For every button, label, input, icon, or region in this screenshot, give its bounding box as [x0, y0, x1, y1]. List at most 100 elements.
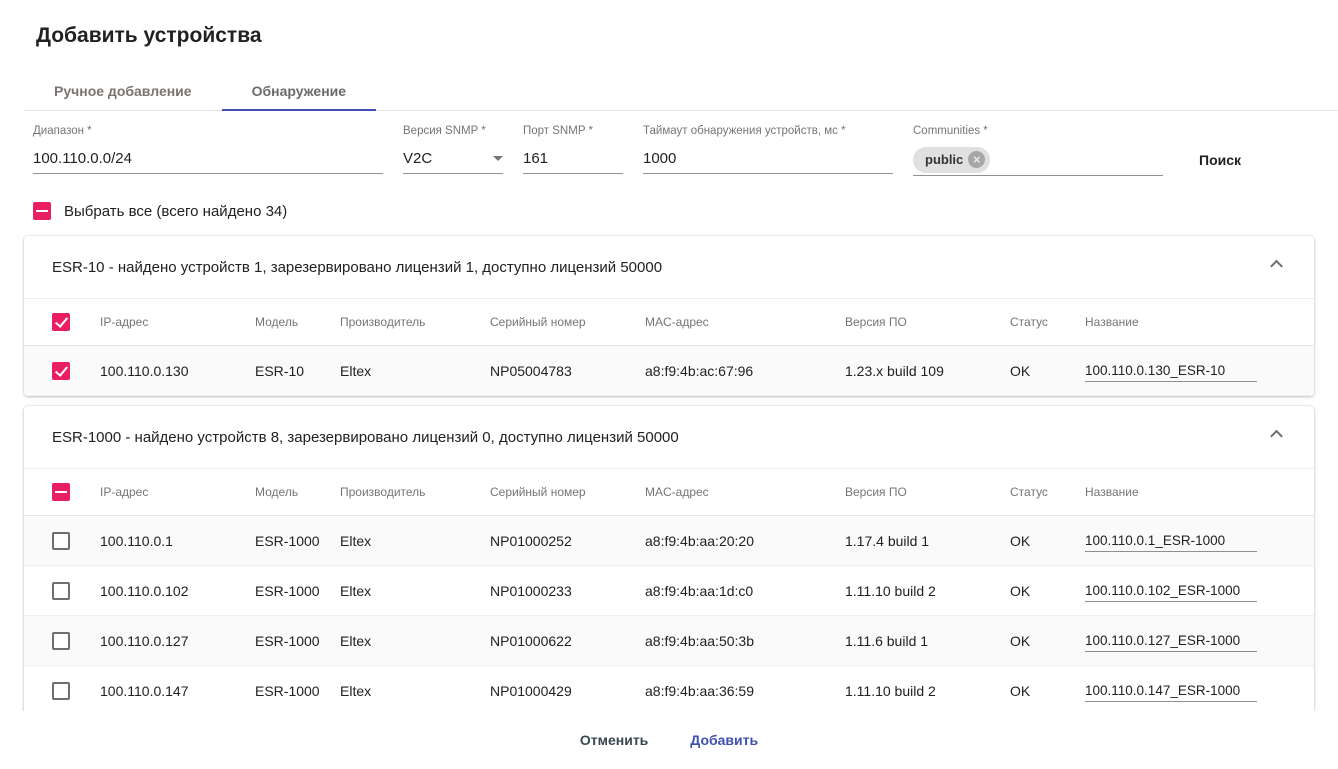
device-group-card: ESR-10 - найдено устройств 1, зарезервир… [24, 236, 1314, 396]
cell-mac: a8:f9:4b:aa:36:59 [645, 683, 845, 699]
collapse-button[interactable] [1264, 255, 1288, 279]
cell-fw: 1.23.x build 109 [845, 363, 1010, 379]
table-row: 100.110.0.147ESR-1000EltexNP01000429a8:f… [24, 666, 1314, 716]
row-select-checkbox[interactable] [52, 682, 70, 700]
device-name-input[interactable] [1085, 680, 1257, 702]
row-select-checkbox[interactable] [52, 632, 70, 650]
cell-mac: a8:f9:4b:aa:1d:c0 [645, 583, 845, 599]
collapse-button[interactable] [1264, 425, 1288, 449]
tab-bar: Ручное добавление Обнаружение [24, 72, 1338, 111]
column-header: IP-адрес [100, 485, 255, 499]
cell-vendor: Eltex [340, 533, 490, 549]
snmp-port-field: Порт SNMP * [523, 125, 623, 174]
checkbox-cell [52, 532, 100, 550]
cell-model: ESR-1000 [255, 633, 340, 649]
cell-mac: a8:f9:4b:ac:67:96 [645, 363, 845, 379]
range-input[interactable] [33, 150, 383, 167]
page-title: Добавить устройства [0, 0, 1338, 48]
timeout-field: Таймаут обнаружения устройств, мс * [643, 125, 893, 174]
select-all-checkbox[interactable] [33, 202, 51, 220]
timeout-label: Таймаут обнаружения устройств, мс * [643, 125, 893, 137]
range-field: Диапазон * [33, 125, 383, 174]
select-all-label: Выбрать все (всего найдено 34) [64, 203, 287, 220]
row-select-checkbox[interactable] [52, 362, 70, 380]
device-name-input[interactable] [1085, 580, 1257, 602]
cell-name [1085, 580, 1286, 602]
chip-remove-icon[interactable]: × [968, 151, 985, 168]
column-header: Производитель [340, 315, 490, 329]
timeout-input[interactable] [643, 150, 893, 167]
cell-name [1085, 360, 1286, 382]
group-header: ESR-10 - найдено устройств 1, зарезервир… [24, 236, 1314, 298]
dropdown-arrow-icon [493, 156, 503, 161]
cell-name [1085, 630, 1286, 652]
checkbox-cell [52, 632, 100, 650]
column-header: Серийный номер [490, 315, 645, 329]
cell-serial: NP01000429 [490, 683, 645, 699]
community-chip-label: public [925, 152, 963, 167]
cell-status: OK [1010, 583, 1085, 599]
cell-fw: 1.17.4 build 1 [845, 533, 1010, 549]
cell-fw: 1.11.6 build 1 [845, 633, 1010, 649]
group-header: ESR-1000 - найдено устройств 8, зарезерв… [24, 406, 1314, 468]
row-select-checkbox[interactable] [52, 582, 70, 600]
column-header: Название [1085, 485, 1286, 499]
cell-model: ESR-10 [255, 363, 340, 379]
group-title: ESR-10 - найдено устройств 1, зарезервир… [52, 259, 662, 276]
device-group-card: ESR-1000 - найдено устройств 8, зарезерв… [24, 406, 1314, 716]
range-label: Диапазон * [33, 125, 383, 137]
group-select-checkbox[interactable] [52, 483, 70, 501]
column-header: Статус [1010, 485, 1085, 499]
discovery-form: Диапазон * Версия SNMP * V2C Порт SNMP *… [0, 111, 1338, 176]
column-header: Производитель [340, 485, 490, 499]
snmp-version-field: Версия SNMP * V2C [403, 125, 503, 174]
column-header: Версия ПО [845, 485, 1010, 499]
row-select-checkbox[interactable] [52, 532, 70, 550]
snmp-port-input[interactable] [523, 150, 623, 167]
search-button[interactable]: Поиск [1199, 152, 1241, 168]
cell-model: ESR-1000 [255, 683, 340, 699]
cell-status: OK [1010, 683, 1085, 699]
cell-model: ESR-1000 [255, 533, 340, 549]
cell-vendor: Eltex [340, 683, 490, 699]
table-row: 100.110.0.130ESR-10EltexNP05004783a8:f9:… [24, 346, 1314, 396]
column-header: Модель [255, 485, 340, 499]
add-button[interactable]: Добавить [690, 732, 758, 748]
table-row: 100.110.0.127ESR-1000EltexNP01000622a8:f… [24, 616, 1314, 666]
table-row: 100.110.0.1ESR-1000EltexNP01000252a8:f9:… [24, 516, 1314, 566]
cancel-button[interactable]: Отменить [580, 732, 648, 748]
cell-ip: 100.110.0.127 [100, 633, 255, 649]
chevron-up-icon [1270, 429, 1283, 442]
community-chip: public × [913, 147, 990, 173]
tab-discovery[interactable]: Обнаружение [222, 72, 376, 110]
add-devices-dialog: Добавить устройства Ручное добавление Об… [0, 0, 1338, 769]
communities-input[interactable]: public × [913, 144, 1163, 176]
column-header: Статус [1010, 315, 1085, 329]
select-all-row: Выбрать все (всего найдено 34) [33, 202, 1338, 220]
snmp-port-label: Порт SNMP * [523, 125, 623, 137]
cell-vendor: Eltex [340, 633, 490, 649]
cell-vendor: Eltex [340, 583, 490, 599]
device-groups: ESR-10 - найдено устройств 1, зарезервир… [0, 236, 1338, 716]
cell-status: OK [1010, 633, 1085, 649]
tab-manual-add[interactable]: Ручное добавление [24, 72, 222, 110]
snmp-version-select[interactable]: V2C [403, 144, 503, 174]
device-name-input[interactable] [1085, 530, 1257, 552]
group-select-checkbox[interactable] [52, 313, 70, 331]
device-name-input[interactable] [1085, 360, 1257, 382]
cell-fw: 1.11.10 build 2 [845, 683, 1010, 699]
cell-fw: 1.11.10 build 2 [845, 583, 1010, 599]
snmp-version-label: Версия SNMP * [403, 125, 503, 137]
cell-name [1085, 530, 1286, 552]
device-name-input[interactable] [1085, 630, 1257, 652]
cell-serial: NP01000252 [490, 533, 645, 549]
table-header-row: IP-адресМодельПроизводительСерийный номе… [24, 298, 1314, 346]
cell-status: OK [1010, 533, 1085, 549]
column-header: MAC-адрес [645, 485, 845, 499]
cell-ip: 100.110.0.147 [100, 683, 255, 699]
communities-field: Communities * public × [913, 125, 1163, 176]
group-title: ESR-1000 - найдено устройств 8, зарезерв… [52, 429, 679, 446]
column-header: Версия ПО [845, 315, 1010, 329]
chevron-up-icon [1270, 259, 1283, 272]
cell-status: OK [1010, 363, 1085, 379]
